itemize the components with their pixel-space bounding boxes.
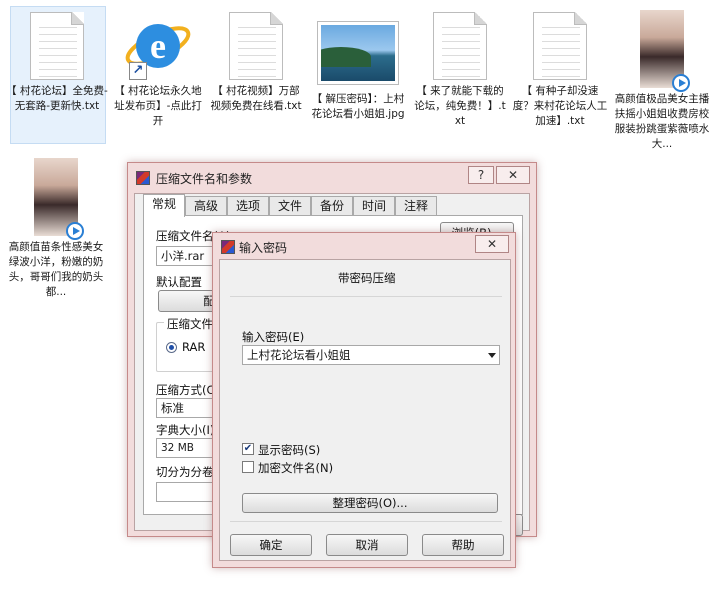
file-label: 【 村花论坛】全免费-无套路-更新快.txt bbox=[6, 85, 108, 112]
file-label: 【 有种子却没速度？来村花论坛人工加速】.txt bbox=[512, 85, 608, 127]
video-thumbnail-icon bbox=[640, 10, 690, 92]
ie-icon: e ↗ bbox=[123, 10, 193, 80]
winrar-icon bbox=[136, 171, 150, 185]
file-label: 高颜值极品美女主播扶摇小姐姐收费房校服装扮跳蛋紫薇喷水大... bbox=[614, 93, 710, 150]
archive-dialog-titlebar[interactable]: 压缩文件名和参数 ? ✕ bbox=[128, 163, 536, 189]
cancel-button[interactable]: 取消 bbox=[326, 534, 408, 556]
close-caption-button[interactable]: ✕ bbox=[475, 235, 509, 253]
file-item[interactable]: 【 来了就能下载的论坛，纯免费！】.txt bbox=[410, 4, 510, 129]
password-label: 输入密码(E) bbox=[242, 330, 305, 344]
svg-text:e: e bbox=[150, 26, 166, 66]
text-file-icon bbox=[229, 12, 283, 80]
rar-radio-label: RAR bbox=[182, 340, 206, 354]
password-dialog-client: 带密码压缩 输入密码(E) 上村花论坛看小姐姐 ✔ 显示密码(S) 加密文件名(… bbox=[219, 259, 511, 561]
image-thumbnail-icon bbox=[318, 22, 398, 84]
tab-options[interactable]: 选项 bbox=[227, 196, 269, 216]
default-profile-label: 默认配置 bbox=[156, 275, 202, 289]
password-dialog-titlebar[interactable]: 输入密码 ✕ bbox=[213, 233, 515, 259]
tab-general[interactable]: 常规 bbox=[143, 194, 185, 217]
password-dialog: 输入密码 ✕ 带密码压缩 输入密码(E) 上村花论坛看小姐姐 ✔ 显示密码(S)… bbox=[212, 232, 516, 568]
file-label: 【 村花论坛永久地址发布页】-点此打开 bbox=[114, 85, 202, 127]
file-item[interactable]: 【 解压密码】：上村花论坛看小姐姐.jpg bbox=[308, 4, 408, 122]
rar-radio[interactable] bbox=[166, 342, 177, 353]
compression-method-label: 压缩方式(C) bbox=[156, 383, 220, 397]
encrypt-filenames-label: 加密文件名(N) bbox=[258, 461, 334, 475]
file-item[interactable]: e ↗ 【 村花论坛永久地址发布页】-点此打开 bbox=[108, 4, 208, 129]
tab-files[interactable]: 文件 bbox=[269, 196, 311, 216]
close-caption-button[interactable]: ✕ bbox=[496, 166, 530, 184]
show-password-label: 显示密码(S) bbox=[258, 443, 321, 457]
help-button[interactable]: 帮助 bbox=[422, 534, 504, 556]
video-thumbnail-icon bbox=[34, 158, 84, 240]
winrar-icon bbox=[221, 240, 235, 254]
text-file-icon bbox=[30, 12, 84, 80]
play-icon bbox=[66, 222, 84, 240]
organize-passwords-button[interactable]: 整理密码(O)... bbox=[242, 493, 498, 513]
file-item[interactable]: 【 村花论坛】全免费-无套路-更新快.txt bbox=[2, 4, 112, 144]
file-item[interactable]: 【 村花视频】万部视频免费在线看.txt bbox=[206, 4, 306, 114]
password-input[interactable]: 上村花论坛看小姐姐 bbox=[242, 345, 500, 365]
password-settings-panel: 输入密码(E) 上村花论坛看小姐姐 ✔ 显示密码(S) 加密文件名(N) 整理密… bbox=[230, 296, 502, 522]
show-password-checkbox[interactable]: ✔ bbox=[242, 443, 254, 455]
play-icon bbox=[672, 74, 690, 92]
password-dropdown-icon[interactable] bbox=[488, 353, 496, 358]
file-label: 高颜值苗条性感美女绿波小洋，粉嫩的奶头，哥哥们我的奶头都... bbox=[8, 241, 104, 298]
file-item[interactable]: 【 有种子却没速度？来村花论坛人工加速】.txt bbox=[510, 4, 610, 129]
file-label: 【 解压密码】：上村花论坛看小姐姐.jpg bbox=[311, 93, 405, 120]
text-file-icon bbox=[533, 12, 587, 80]
file-item[interactable]: 高颜值极品美女主播扶摇小姐姐收费房校服装扮跳蛋紫薇喷水大... bbox=[612, 4, 712, 152]
tab-advanced[interactable]: 高级 bbox=[185, 196, 227, 216]
ok-button[interactable]: 确定 bbox=[230, 534, 312, 556]
encrypt-filenames-checkbox[interactable] bbox=[242, 461, 254, 473]
password-dialog-title: 输入密码 bbox=[239, 241, 288, 255]
help-caption-button[interactable]: ? bbox=[468, 166, 494, 184]
tab-time[interactable]: 时间 bbox=[353, 196, 395, 216]
file-item[interactable]: 高颜值苗条性感美女绿波小洋，粉嫩的奶头，哥哥们我的奶头都... bbox=[6, 152, 106, 300]
file-label: 【 村花视频】万部视频免费在线看.txt bbox=[210, 85, 302, 112]
archive-dialog-title: 压缩文件名和参数 bbox=[156, 172, 253, 186]
tab-backup[interactable]: 备份 bbox=[311, 196, 353, 216]
dictionary-size-label: 字典大小(I) bbox=[156, 423, 215, 437]
tab-strip: 常规 高级 选项 文件 备份 时间 注释 bbox=[135, 194, 529, 217]
password-dialog-heading: 带密码压缩 bbox=[338, 271, 396, 285]
text-file-icon bbox=[433, 12, 487, 80]
tab-comment[interactable]: 注释 bbox=[395, 196, 437, 216]
file-label: 【 来了就能下载的论坛，纯免费！】.txt bbox=[414, 85, 506, 127]
shortcut-arrow-icon: ↗ bbox=[129, 62, 147, 80]
